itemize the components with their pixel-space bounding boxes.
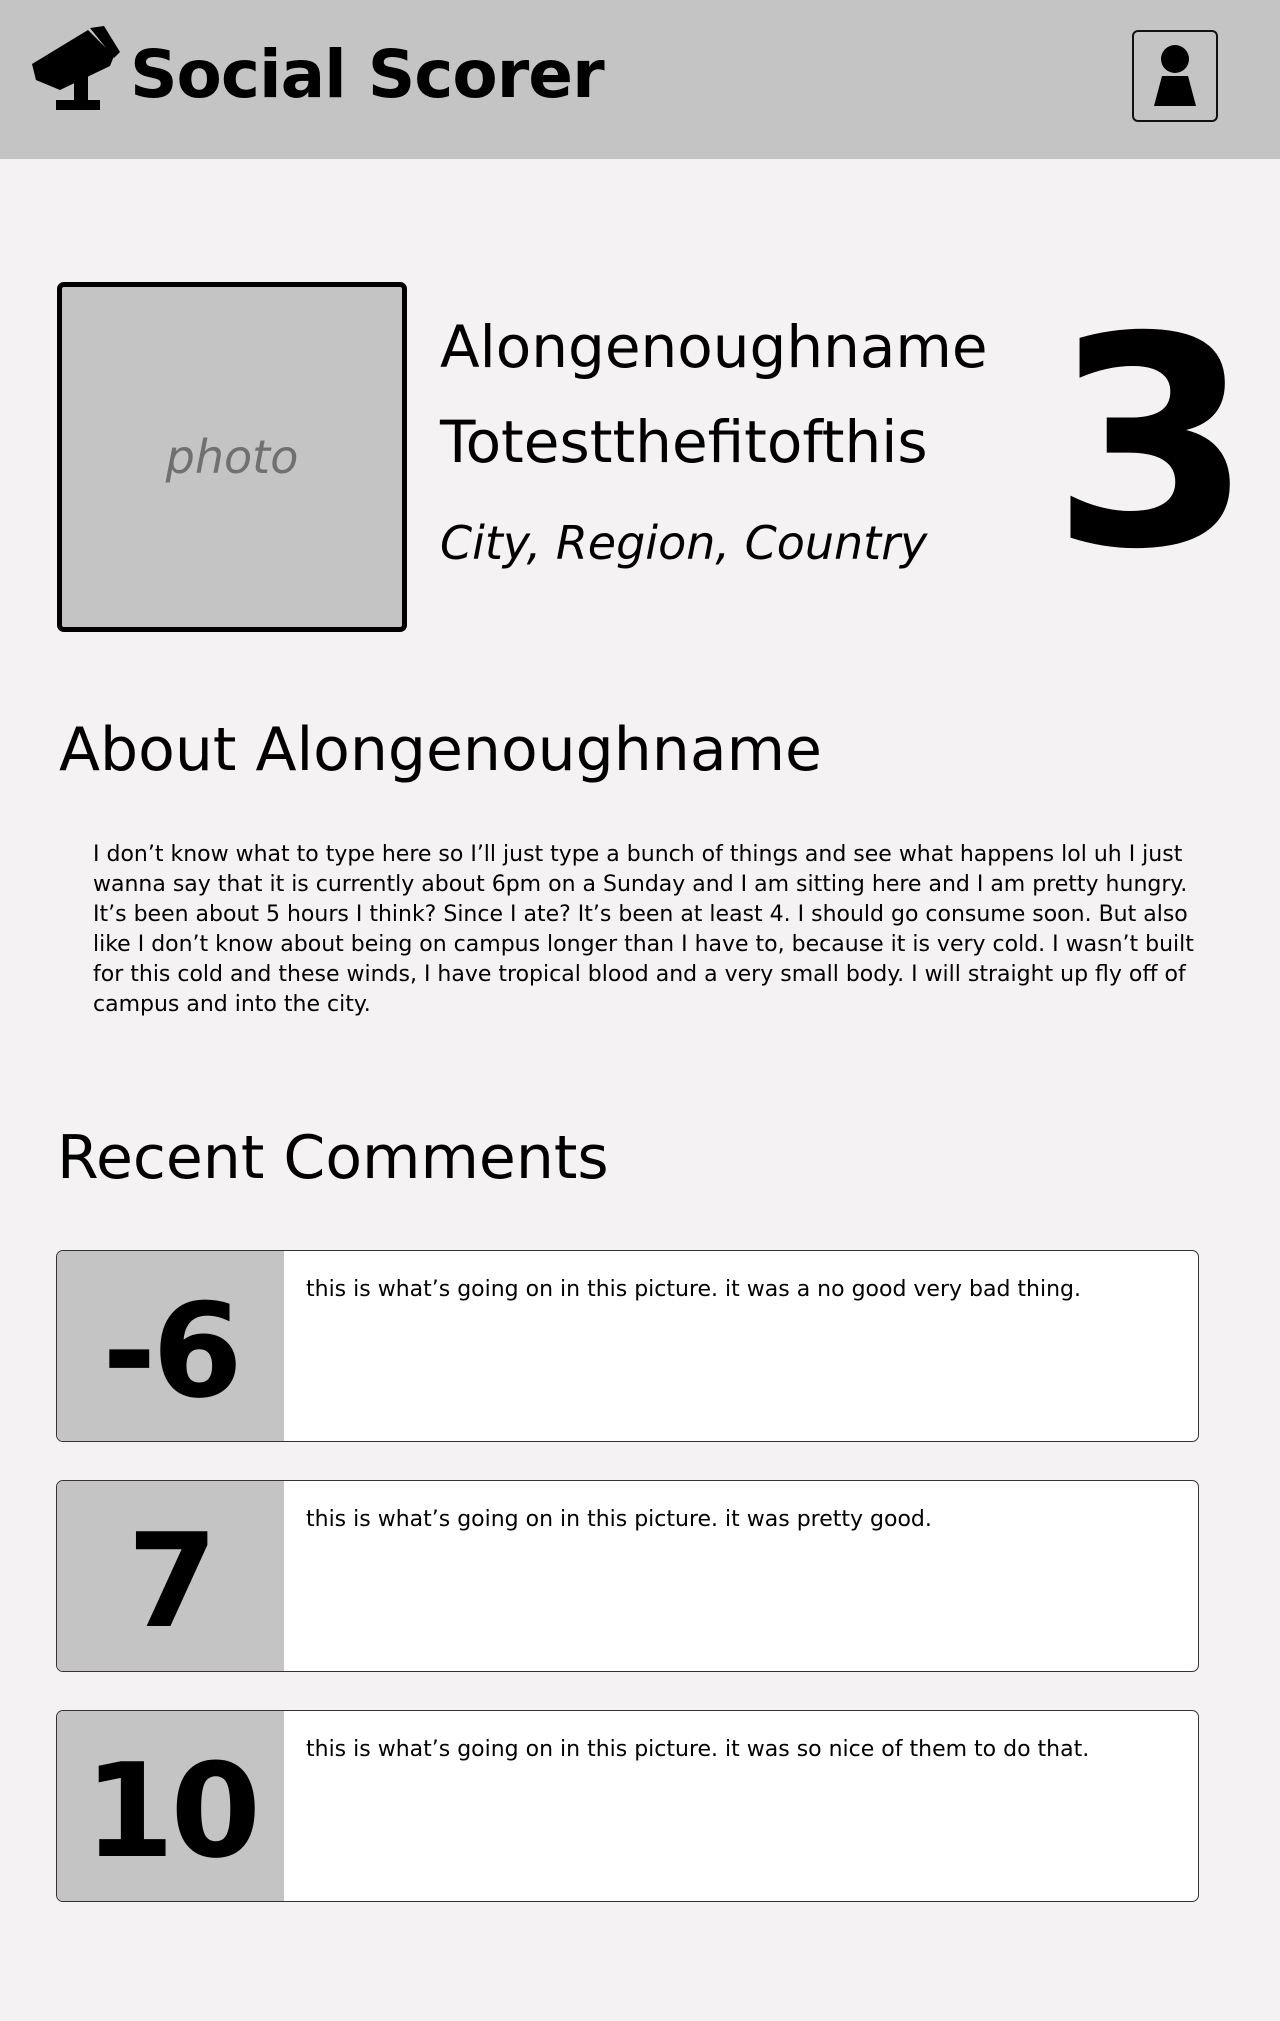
photo-placeholder-label: photo xyxy=(165,430,299,484)
comment-score: 10 xyxy=(57,1711,284,1901)
profile-score: 3 xyxy=(1051,276,1253,613)
comment-score: 7 xyxy=(57,1481,284,1671)
comment-card[interactable]: 10 this is what’s going on in this pictu… xyxy=(56,1710,1199,1902)
comment-text: this is what’s going on in this picture.… xyxy=(306,1737,1090,1762)
brand-title[interactable]: Social Scorer xyxy=(130,42,605,108)
security-camera-icon[interactable] xyxy=(30,26,120,112)
comment-card[interactable]: -6 this is what’s going on in this pictu… xyxy=(56,1250,1199,1442)
comment-text: this is what’s going on in this picture.… xyxy=(306,1507,932,1532)
comment-score: -6 xyxy=(57,1251,284,1441)
app-header: Social Scorer xyxy=(0,0,1280,159)
comment-text: this is what’s going on in this picture.… xyxy=(306,1277,1082,1302)
profile-photo: photo xyxy=(57,282,407,632)
about-text: I don’t know what to type here so I’ll j… xyxy=(93,842,1194,1017)
comment-card[interactable]: 7 this is what’s going on in this pictur… xyxy=(56,1480,1199,1672)
user-icon xyxy=(1150,42,1200,110)
about-heading: About Alongenoughname xyxy=(59,715,822,785)
recent-comments-heading: Recent Comments xyxy=(57,1123,609,1193)
profile-button[interactable] xyxy=(1132,30,1218,122)
profile-location: City, Region, Country xyxy=(440,516,928,570)
profile-first-name: Alongenoughname xyxy=(440,313,988,381)
profile-last-name: Totestthefitofthis xyxy=(440,408,928,476)
